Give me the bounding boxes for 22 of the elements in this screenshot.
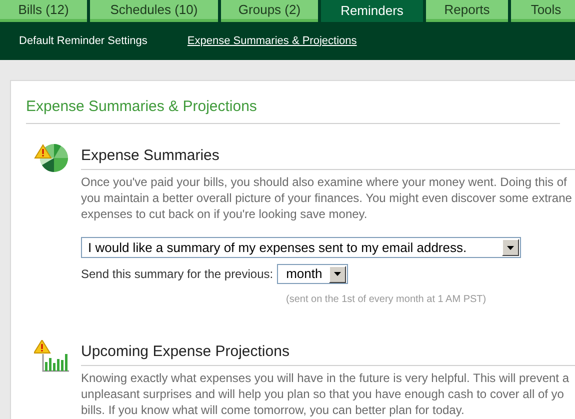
nav-tab[interactable]: Schedules (10) [90, 0, 218, 22]
summary-select[interactable]: I would like a summary of my expenses sent to my email address. [81, 237, 521, 258]
page-title: Expense Summaries & Projections [26, 98, 257, 115]
description-text-line: Once you've paid your bills, you should also examine where your money went. Doing this of [81, 174, 568, 190]
nav-tab[interactable]: Reminders [321, 0, 423, 22]
section-title: Upcoming Expense Projections [81, 343, 290, 360]
description-text-line: bills. If you know what will come tomorrow, you can better plan for today. [81, 402, 466, 418]
section-title: Expense Summaries [81, 147, 220, 164]
schedule-note: (sent on the 1st of every month at 1 AM PST) [286, 294, 486, 305]
description-text-line: Knowing exactly what expenses you will have in the future is very helpful. This will prevent a [81, 370, 570, 386]
nav-tab[interactable]: Reports [426, 0, 508, 22]
period-label: Send this summary for the previous: [81, 266, 274, 283]
nav-tab[interactable]: Groups (2) [221, 0, 318, 22]
period-select[interactable]: month [277, 264, 348, 284]
subnav-link[interactable]: Default Reminder Settings [19, 32, 148, 50]
nav-tab[interactable]: Tools [511, 0, 575, 22]
description-text-line: you maintain a better overall picture of your finances. You might even discover some extrane [81, 190, 573, 206]
warning-bar-chart-icon [34, 340, 70, 372]
description-text-line: expenses to cut back on if you're looking save money. [81, 206, 368, 222]
description-text-line: unpleasant surprises and will help you plan so that you have enough cash to cover all of yo [81, 386, 565, 402]
nav-tab[interactable]: Bills (12) [0, 0, 87, 22]
subnav-link[interactable]: Expense Summaries & Projections [187, 32, 357, 50]
